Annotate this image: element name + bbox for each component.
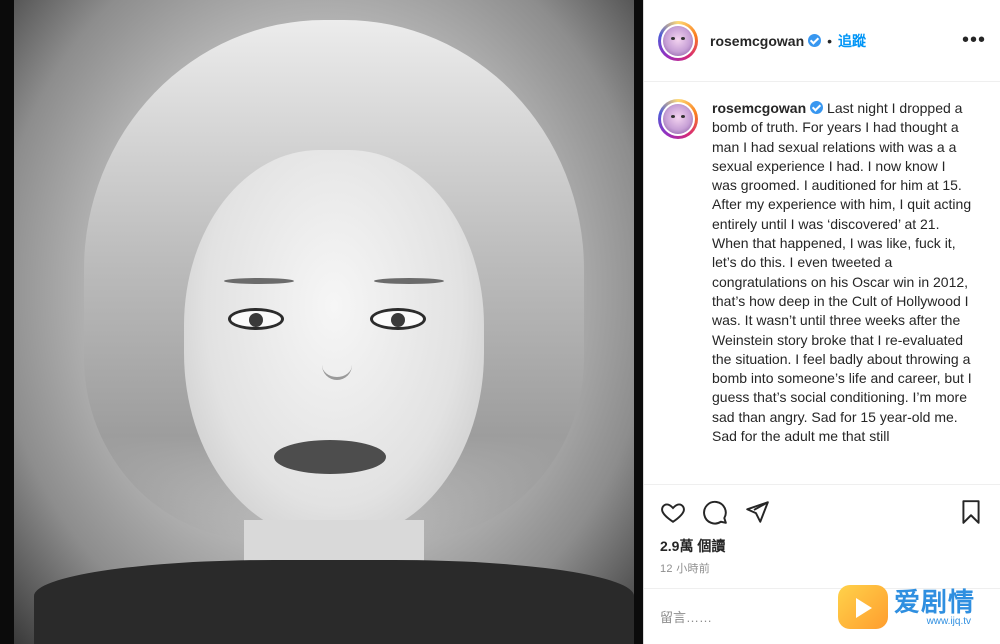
verified-badge-icon — [810, 101, 824, 114]
action-bar — [644, 484, 1000, 544]
left-brow — [224, 278, 294, 284]
nose — [322, 350, 352, 380]
lips — [274, 440, 386, 474]
right-eye — [370, 308, 426, 330]
more-options-icon[interactable]: ••• — [962, 29, 986, 52]
watermark-title: 爱剧情 — [894, 586, 976, 617]
sweater — [34, 560, 634, 644]
watermark-site: www.ijq.tv — [926, 615, 972, 627]
comment-icon[interactable] — [702, 499, 728, 525]
caption-username[interactable]: rosemcgowan — [712, 100, 806, 116]
caption-body: Last night I dropped a bomb of truth. Fo… — [712, 100, 972, 445]
play-logo-icon — [838, 585, 888, 629]
heart-icon[interactable] — [660, 499, 686, 525]
caption-text: rosemcgowan Last night I dropped a bomb … — [712, 99, 972, 446]
post-side-panel: rosemcgowan • 追蹤 ••• rosemcgowan Last ni… — [643, 0, 1000, 644]
post-header: rosemcgowan • 追蹤 ••• — [644, 0, 1000, 82]
avatar-icon[interactable] — [658, 20, 698, 61]
avatar-image — [663, 25, 693, 56]
post-photo[interactable] — [0, 0, 643, 644]
post-timestamp[interactable]: 12 小時前 — [660, 560, 710, 576]
left-eye — [228, 308, 284, 330]
follow-button[interactable]: 追蹤 — [838, 31, 866, 51]
portrait-image — [14, 0, 634, 644]
send-icon[interactable] — [744, 499, 770, 525]
caption-avatar-icon[interactable] — [658, 99, 698, 139]
watermark: 爱剧情 www.ijq.tv — [838, 574, 998, 640]
view-count[interactable]: 2.9萬 個讀 — [660, 536, 725, 556]
separator-dot: • — [827, 32, 833, 49]
verified-badge-icon — [808, 34, 822, 47]
bookmark-icon[interactable] — [958, 499, 984, 525]
caption-area: rosemcgowan Last night I dropped a bomb … — [644, 83, 1000, 483]
avatar-image — [663, 104, 693, 134]
face-shape — [184, 150, 484, 540]
header-username[interactable]: rosemcgowan — [710, 33, 804, 49]
right-brow — [374, 278, 444, 284]
